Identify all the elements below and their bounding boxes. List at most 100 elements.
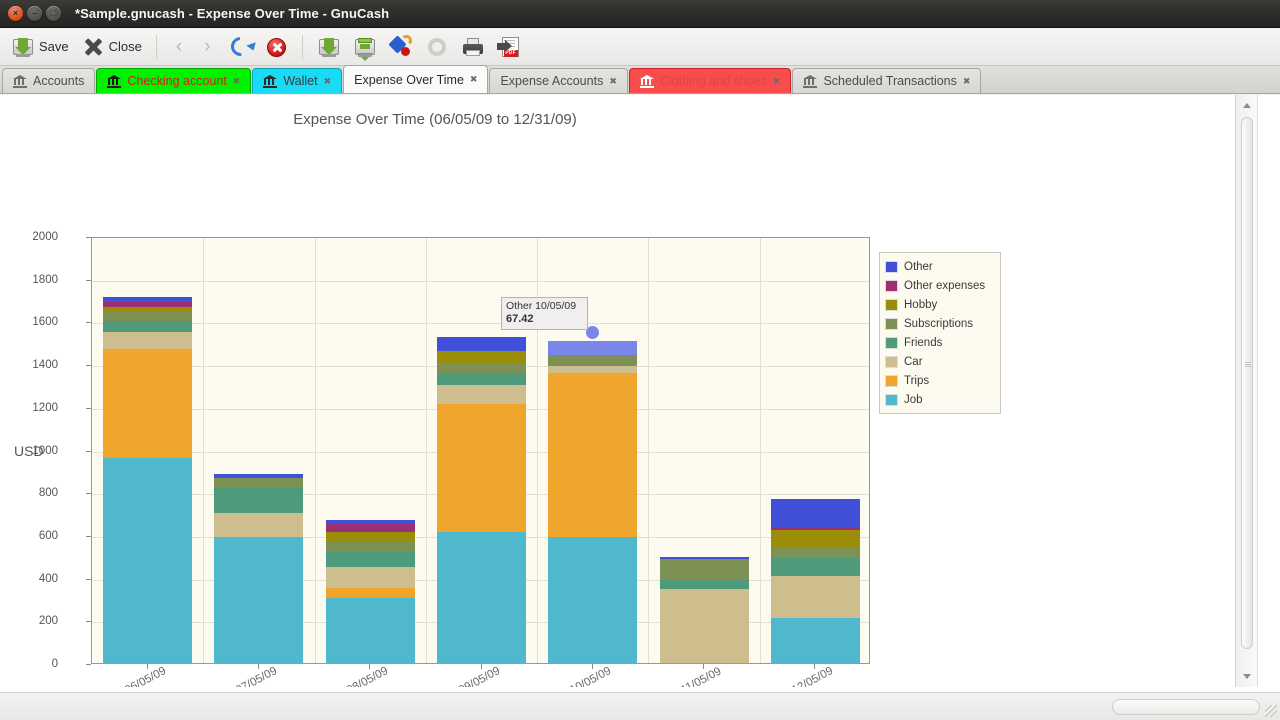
tab-close-icon[interactable]: ✖ — [233, 76, 241, 87]
bar-segment-other-expenses[interactable] — [326, 523, 415, 532]
scroll-up-icon[interactable] — [1243, 103, 1251, 108]
bar-segment-friends[interactable] — [771, 558, 860, 576]
save-button[interactable]: Save — [6, 33, 74, 61]
bar-segment-subscriptions[interactable] — [326, 542, 415, 552]
bar-segment-hobby[interactable] — [771, 530, 860, 548]
bar-07-05-09[interactable] — [214, 474, 303, 663]
window-maximize-button[interactable]: □ — [46, 6, 61, 21]
bar-segment-friends[interactable] — [660, 580, 749, 589]
bar-segment-subscriptions[interactable] — [660, 559, 749, 580]
tab-wallet[interactable]: Wallet✖ — [252, 68, 342, 93]
legend-item[interactable]: Other expenses — [885, 276, 995, 295]
bar-segment-friends[interactable] — [437, 373, 526, 386]
bar-segment-other[interactable] — [214, 474, 303, 478]
bar-segment-trips[interactable] — [548, 373, 637, 537]
bar-segment-job[interactable] — [437, 532, 526, 663]
bar-segment-other[interactable] — [437, 337, 526, 351]
print-button[interactable] — [456, 33, 490, 61]
resize-grip[interactable] — [1265, 705, 1277, 717]
options-button[interactable] — [420, 33, 454, 61]
bar-segment-car[interactable] — [437, 385, 526, 404]
tab-close-icon[interactable]: ✖ — [773, 76, 781, 87]
bar-segment-job[interactable] — [103, 458, 192, 663]
legend-item[interactable]: Job — [885, 390, 995, 409]
refresh-button[interactable] — [223, 33, 257, 61]
bar-segment-car[interactable] — [326, 567, 415, 588]
tab-close-icon[interactable]: ✖ — [609, 76, 617, 87]
tab-scheduled-transactions[interactable]: Scheduled Transactions✖ — [792, 68, 981, 93]
legend-swatch — [885, 280, 898, 292]
forward-button[interactable]: › — [194, 35, 220, 58]
tab-close-icon[interactable]: ✖ — [963, 76, 971, 87]
tab-close-icon[interactable]: ✖ — [470, 74, 478, 85]
vertical-scrollbar-thumb[interactable] — [1241, 117, 1253, 649]
bar-segment-other[interactable] — [548, 341, 637, 355]
vertical-scrollbar[interactable] — [1235, 95, 1257, 687]
bar-segment-friends[interactable] — [214, 488, 303, 513]
export-icon — [353, 35, 377, 59]
bar-06-05-09[interactable] — [103, 297, 192, 663]
bar-12-05-09[interactable] — [771, 499, 860, 663]
bar-segment-subscriptions[interactable] — [771, 548, 860, 558]
bar-segment-subscriptions[interactable] — [548, 355, 637, 366]
bar-segment-other-expenses[interactable] — [103, 302, 192, 308]
horizontal-scrollbar[interactable] — [0, 692, 1280, 720]
y-axis-tick-label: 2000 — [14, 231, 58, 243]
legend-item[interactable]: Hobby — [885, 295, 995, 314]
tab-expense-accounts[interactable]: Expense Accounts✖ — [489, 68, 627, 93]
bar-segment-other[interactable] — [103, 297, 192, 302]
bar-segment-job[interactable] — [214, 537, 303, 663]
bar-segment-trips[interactable] — [103, 349, 192, 458]
bar-segment-other[interactable] — [660, 557, 749, 559]
bar-segment-hobby[interactable] — [103, 307, 192, 311]
bar-segment-car[interactable] — [771, 576, 860, 618]
close-button[interactable]: Close — [76, 33, 147, 61]
x-axis-tick-mark — [369, 664, 370, 669]
bar-segment-job[interactable] — [771, 618, 860, 663]
bar-segment-car[interactable] — [548, 366, 637, 373]
back-button[interactable]: ‹ — [166, 35, 192, 58]
export-pdf-button[interactable]: PDF — [492, 33, 526, 61]
bar-segment-trips[interactable] — [326, 588, 415, 598]
bar-segment-other-expenses[interactable] — [771, 528, 860, 530]
bar-segment-subscriptions[interactable] — [437, 363, 526, 373]
bar-segment-other[interactable] — [326, 520, 415, 522]
tab-close-icon[interactable]: ✖ — [324, 76, 332, 87]
bar-segment-other[interactable] — [771, 499, 860, 528]
bank-icon — [13, 75, 27, 88]
bar-segment-friends[interactable] — [103, 321, 192, 332]
bar-segment-car[interactable] — [214, 513, 303, 537]
legend-item[interactable]: Other — [885, 257, 995, 276]
window-close-button[interactable]: × — [8, 6, 23, 21]
bar-segment-hobby[interactable] — [326, 532, 415, 543]
legend-item[interactable]: Trips — [885, 371, 995, 390]
bar-segment-trips[interactable] — [437, 404, 526, 532]
scroll-down-icon[interactable] — [1243, 674, 1251, 679]
export-button[interactable] — [348, 33, 382, 61]
bar-segment-car[interactable] — [103, 332, 192, 349]
bar-11-05-09[interactable] — [660, 557, 749, 663]
tab-expense-over-time[interactable]: Expense Over Time✖ — [343, 65, 488, 93]
bar-segment-subscriptions[interactable] — [214, 478, 303, 488]
import-button[interactable] — [312, 33, 346, 61]
bar-10-05-09[interactable] — [548, 341, 637, 663]
stop-button[interactable] — [259, 33, 293, 61]
legend-item[interactable]: Subscriptions — [885, 314, 995, 333]
tab-accounts[interactable]: Accounts — [2, 68, 95, 93]
bar-segment-hobby[interactable] — [437, 351, 526, 363]
legend-item[interactable]: Friends — [885, 333, 995, 352]
bar-segment-car[interactable] — [660, 589, 749, 663]
x-axis-tick-label: 11/05/09 — [679, 665, 723, 687]
bar-segment-subscriptions[interactable] — [103, 311, 192, 321]
tab-clothing-and-shoes[interactable]: Clothing and shoes✖ — [629, 68, 792, 93]
style-button[interactable] — [384, 33, 418, 61]
legend-item[interactable]: Car — [885, 352, 995, 371]
bar-segment-friends[interactable] — [326, 552, 415, 566]
bar-09-05-09[interactable] — [437, 337, 526, 663]
tab-checking-account[interactable]: Checking account✖ — [96, 68, 251, 93]
bar-segment-job[interactable] — [548, 537, 637, 663]
bar-segment-job[interactable] — [326, 598, 415, 663]
horizontal-scrollbar-thumb[interactable] — [1112, 699, 1260, 715]
bar-08-05-09[interactable] — [326, 520, 415, 663]
window-minimize-button[interactable]: – — [27, 6, 42, 21]
